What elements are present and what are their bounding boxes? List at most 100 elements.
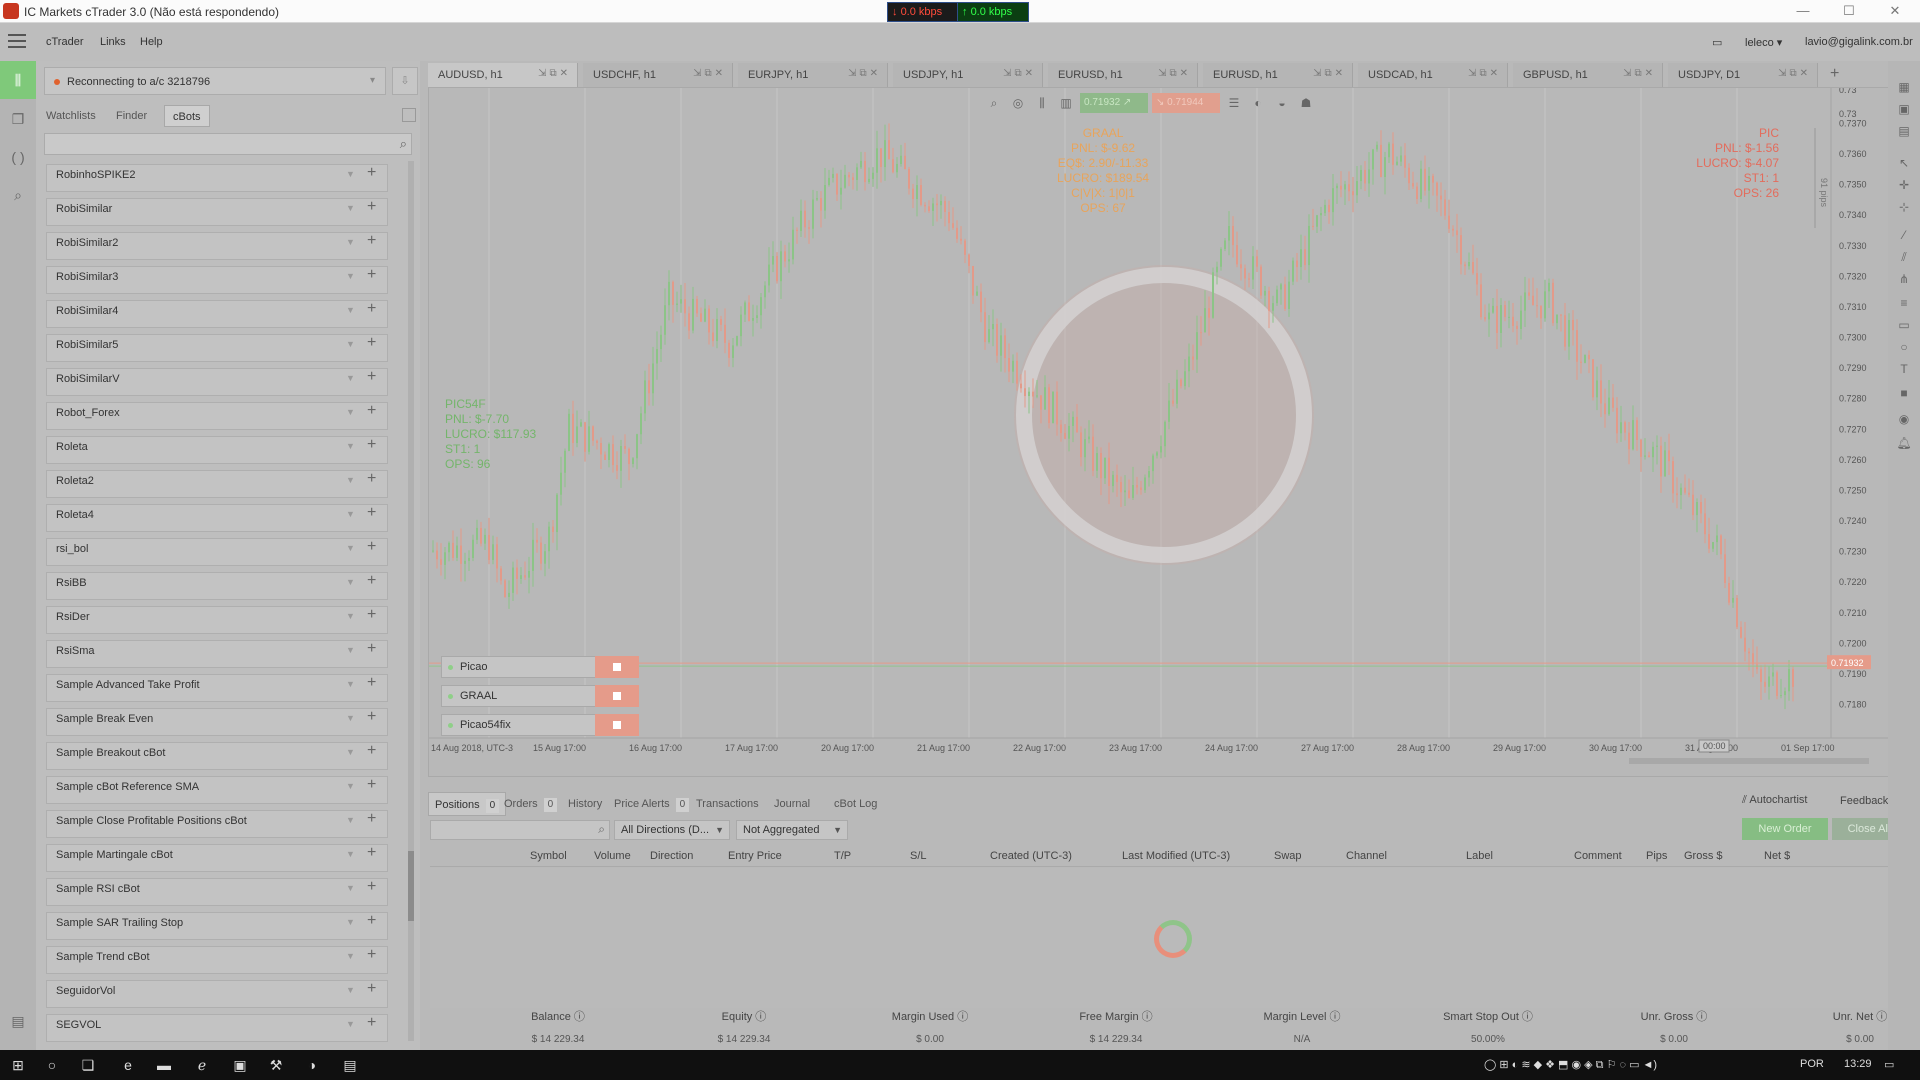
color-fill-icon[interactable]: ■	[1896, 385, 1912, 401]
add-instance-icon[interactable]: +	[367, 674, 376, 692]
add-instance-icon[interactable]: +	[367, 878, 376, 896]
chevron-down-icon[interactable]: ▼	[346, 543, 355, 553]
bottom-tab[interactable]: History	[562, 792, 608, 816]
aggregation-select[interactable]: Not Aggregated ▼	[736, 820, 848, 840]
edge-icon[interactable]: e	[118, 1055, 138, 1075]
close-window-button[interactable]: ✕	[1872, 0, 1918, 23]
cbot-item[interactable]: RobiSimilar4 ▼ +	[46, 297, 396, 331]
column-header[interactable]: Label	[1466, 850, 1493, 862]
cbot-item-box[interactable]	[46, 572, 388, 600]
bottom-tab[interactable]: Journal	[768, 792, 816, 816]
menu-help[interactable]: Help	[140, 36, 163, 48]
cbot-item[interactable]: RobinhoSPIKE2 ▼ +	[46, 161, 396, 195]
cursor-icon[interactable]: ↖	[1896, 155, 1912, 171]
add-instance-icon[interactable]: +	[367, 742, 376, 760]
chart-tab[interactable]: USDJPY, h1 ⇲⧉✕	[893, 63, 1043, 87]
add-chart-tab-button[interactable]: +	[1830, 65, 1839, 83]
chart-tab[interactable]: EURJPY, h1 ⇲⧉✕	[738, 63, 888, 87]
cbot-item[interactable]: SEGVOL ▼ +	[46, 1011, 396, 1045]
user-menu[interactable]: leleco ▾	[1745, 36, 1782, 49]
tab-controls-icon[interactable]: ⇲⧉✕	[538, 68, 571, 79]
bottom-tab[interactable]: Transactions	[690, 792, 765, 816]
stop-bot-button[interactable]	[595, 656, 639, 678]
column-header[interactable]: Net $	[1764, 850, 1790, 862]
tab-controls-icon[interactable]: ⇲⧉✕	[693, 68, 726, 79]
chevron-down-icon[interactable]: ▼	[346, 1019, 355, 1029]
tab-controls-icon[interactable]: ⇲⧉✕	[848, 68, 881, 79]
chevron-down-icon[interactable]: ▼	[346, 747, 355, 757]
cbot-item[interactable]: Sample Break Even ▼ +	[46, 705, 396, 739]
indicators-icon[interactable]: ☰	[1224, 93, 1244, 113]
add-instance-icon[interactable]: +	[367, 980, 376, 998]
app-icon-3[interactable]: ◑	[302, 1055, 322, 1075]
app-icon-2[interactable]: ⚒	[266, 1055, 286, 1075]
chevron-down-icon[interactable]: ▼	[346, 781, 355, 791]
stop-bot-button[interactable]	[595, 714, 639, 736]
add-instance-icon[interactable]: +	[367, 1014, 376, 1032]
column-header[interactable]: S/L	[910, 850, 927, 862]
cbot-item-box[interactable]	[46, 504, 388, 532]
chart-tab[interactable]: EURUSD, h1 ⇲⧉✕	[1048, 63, 1198, 87]
chart-scrollbar-thumb[interactable]	[1629, 758, 1869, 764]
account-selector[interactable]: Reconnecting to a/c 3218796 ▾	[44, 67, 386, 95]
cbot-item[interactable]: Sample Trend cBot ▼ +	[46, 943, 396, 977]
hamburger-menu-icon[interactable]	[8, 34, 26, 48]
tab-controls-icon[interactable]: ⇲⧉✕	[1313, 68, 1346, 79]
cbot-item-box[interactable]	[46, 640, 388, 668]
add-instance-icon[interactable]: +	[367, 946, 376, 964]
cbot-item[interactable]: Sample Close Profitable Positions cBot ▼ +	[46, 807, 396, 841]
cortana-icon[interactable]: ○	[42, 1055, 62, 1075]
cbot-item[interactable]: Sample RSI cBot ▼ +	[46, 875, 396, 909]
notifications-icon[interactable]: ▭	[1884, 1058, 1894, 1071]
column-header[interactable]: T/P	[834, 850, 851, 862]
add-instance-icon[interactable]: +	[367, 266, 376, 284]
chevron-down-icon[interactable]: ▼	[346, 645, 355, 655]
layout-multi-icon[interactable]: ▣	[1896, 101, 1912, 117]
chevron-down-icon[interactable]: ▼	[346, 441, 355, 451]
column-header[interactable]: Symbol	[530, 850, 567, 862]
scrollbar-thumb[interactable]	[408, 851, 414, 921]
add-instance-icon[interactable]: +	[367, 640, 376, 658]
chevron-down-icon[interactable]: ▼	[346, 679, 355, 689]
ie-icon[interactable]: ℯ	[192, 1055, 212, 1075]
text-icon[interactable]: T	[1896, 361, 1912, 377]
cbot-item[interactable]: Robot_Forex ▼ +	[46, 399, 396, 433]
add-instance-icon[interactable]: +	[367, 334, 376, 352]
direction-filter-select[interactable]: All Directions (D... ▼	[614, 820, 730, 840]
cbot-item[interactable]: Sample SAR Trailing Stop ▼ +	[46, 909, 396, 943]
cbot-item[interactable]: RobiSimilar3 ▼ +	[46, 263, 396, 297]
maximize-button[interactable]: ☐	[1826, 0, 1872, 23]
column-header[interactable]: Channel	[1346, 850, 1387, 862]
add-instance-icon[interactable]: +	[367, 708, 376, 726]
tray-icons[interactable]: ◯ ⊞ ◐ ≋ ◆ ❖ ⬒ ◉ ◈ ⧉ ⚐ ◌ ▭ ◄)	[1484, 1058, 1657, 1072]
eye-icon[interactable]: ◉	[1896, 411, 1912, 427]
add-instance-icon[interactable]: +	[367, 538, 376, 556]
analyze-icon[interactable]: ⌕	[8, 185, 28, 205]
autochartist-button[interactable]: ⫽ Autochartist	[1742, 794, 1807, 807]
sell-button[interactable]: 0.71932 ↗	[1080, 93, 1148, 113]
add-instance-icon[interactable]: +	[367, 300, 376, 318]
cbot-item[interactable]: RsiSma ▼ +	[46, 637, 396, 671]
new-order-button[interactable]: New Order	[1742, 818, 1828, 840]
file-explorer-icon[interactable]: ▬	[154, 1055, 174, 1075]
positions-search-input[interactable]: ⌕	[430, 820, 610, 840]
column-header[interactable]: Created (UTC-3)	[990, 850, 1072, 862]
cbot-item[interactable]: Sample cBot Reference SMA ▼ +	[46, 773, 396, 807]
add-instance-icon[interactable]: +	[367, 606, 376, 624]
add-instance-icon[interactable]: +	[367, 198, 376, 216]
pitchfork-icon[interactable]: ⋔	[1896, 271, 1912, 287]
chevron-down-icon[interactable]: ▼	[346, 475, 355, 485]
column-header[interactable]: Direction	[650, 850, 693, 862]
stop-bot-button[interactable]	[595, 685, 639, 707]
tab-controls-icon[interactable]: ⇲⧉✕	[1778, 68, 1811, 79]
channel-icon[interactable]: ⫽	[1896, 249, 1912, 265]
chevron-down-icon[interactable]: ▼	[346, 169, 355, 179]
column-header[interactable]: Entry Price	[728, 850, 782, 862]
cbot-item[interactable]: RobiSimilar ▼ +	[46, 195, 396, 229]
fibonacci-icon[interactable]: ≡	[1896, 295, 1912, 311]
cbot-item[interactable]: rsi_bol ▼ +	[46, 535, 396, 569]
color-icon[interactable]: ◒	[1272, 93, 1292, 113]
add-instance-icon[interactable]: +	[367, 470, 376, 488]
copy-icon[interactable]: ❐	[8, 109, 28, 129]
cbot-item[interactable]: RobiSimilarV ▼ +	[46, 365, 396, 399]
